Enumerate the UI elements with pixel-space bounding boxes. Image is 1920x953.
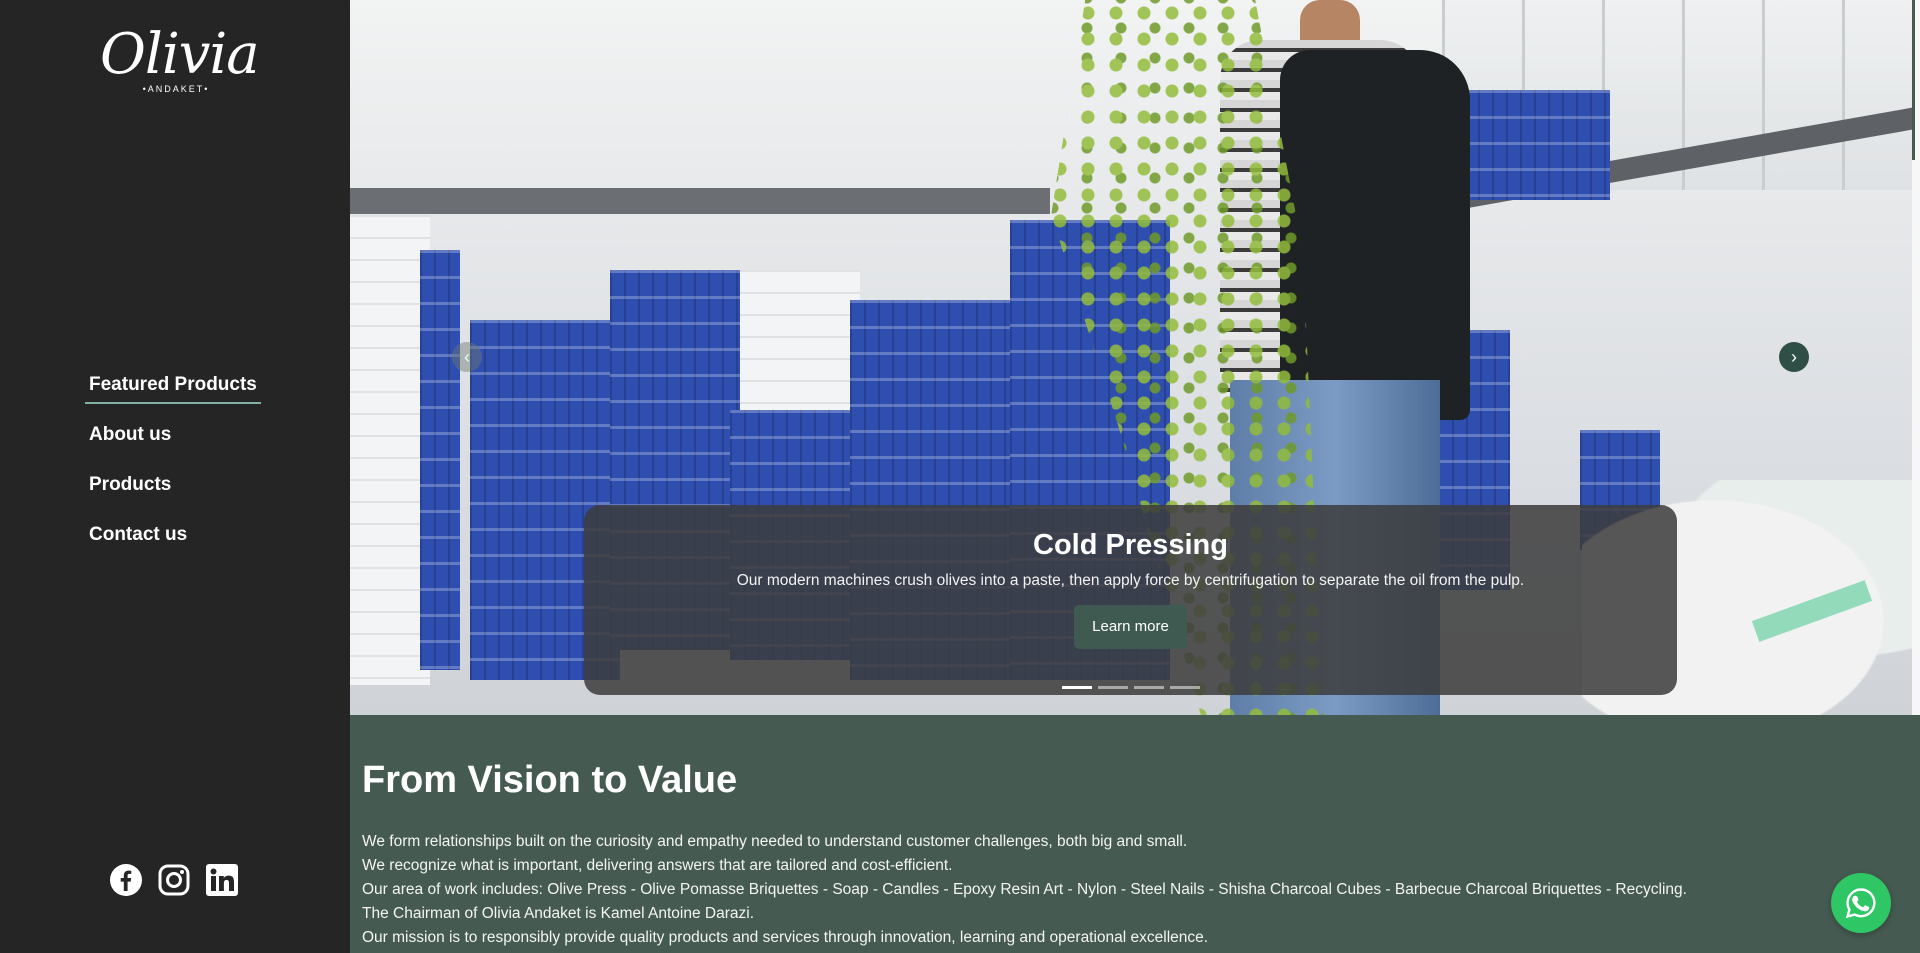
carousel-indicator-4[interactable] — [1170, 686, 1200, 689]
section-title: From Vision to Value — [362, 759, 738, 801]
carousel-indicators — [1062, 686, 1200, 689]
section-line: Our area of work includes: Olive Press -… — [362, 881, 1687, 898]
nav-item-featured-products[interactable]: Featured Products — [85, 370, 261, 420]
instagram-icon[interactable] — [158, 864, 190, 896]
carousel-indicator-2[interactable] — [1098, 686, 1128, 689]
whatsapp-icon — [1845, 888, 1876, 919]
hero-photo-crates — [1450, 90, 1610, 200]
chevron-right-icon: › — [1791, 347, 1797, 367]
carousel-indicator-1[interactable] — [1062, 686, 1092, 689]
slide-title: Cold Pressing — [1033, 529, 1228, 561]
carousel-next-button[interactable]: › — [1779, 342, 1809, 372]
section-line: We form relationships built on the curio… — [362, 833, 1188, 850]
slide-description: Our modern machines crush olives into a … — [736, 572, 1525, 589]
learn-more-button[interactable]: Learn more — [1074, 605, 1187, 649]
section-line: Our mission is to responsibly provide qu… — [362, 929, 1209, 946]
nav-item-about-us[interactable]: About us — [85, 420, 261, 470]
hero-photo-crates — [740, 270, 860, 420]
hero-photo-person — [1280, 50, 1470, 420]
carousel-caption: Cold Pressing Our modern machines crush … — [584, 505, 1677, 695]
whatsapp-chat-button[interactable] — [1831, 873, 1891, 933]
hero-photo-background — [350, 188, 1050, 214]
hero-carousel: ‹ › Cold Pressing Our modern machines cr… — [350, 0, 1912, 715]
section-body: We form relationships built on the curio… — [362, 830, 1902, 950]
logo-wordmark: Olivia — [100, 22, 260, 87]
nav-item-products[interactable]: Products — [85, 470, 261, 520]
main-nav: Featured Products About us Products Cont… — [85, 370, 261, 570]
carousel-indicator-3[interactable] — [1134, 686, 1164, 689]
nav-item-label: About us — [89, 424, 172, 445]
nav-item-label: Featured Products — [85, 370, 261, 404]
vision-section: From Vision to Value We form relationshi… — [362, 750, 1902, 950]
sidebar: Olivia •ANDAKET• Featured Products About… — [0, 0, 350, 953]
social-links — [110, 864, 238, 896]
linkedin-icon[interactable] — [206, 864, 238, 896]
hero-photo-crates — [420, 250, 460, 670]
section-line: We recognize what is important, deliveri… — [362, 857, 953, 874]
hero-photo-crates — [350, 215, 430, 685]
carousel-prev-button[interactable]: ‹ — [452, 342, 482, 372]
nav-item-label: Contact us — [89, 524, 188, 545]
section-line: The Chairman of Olivia Andaket is Kamel … — [362, 905, 754, 922]
scrollbar-thumb[interactable] — [1912, 0, 1915, 160]
brand-logo[interactable]: Olivia •ANDAKET• — [100, 22, 260, 102]
facebook-icon[interactable] — [110, 864, 142, 896]
chevron-left-icon: ‹ — [464, 347, 470, 367]
nav-item-contact-us[interactable]: Contact us — [85, 520, 261, 570]
nav-item-label: Products — [89, 474, 172, 495]
